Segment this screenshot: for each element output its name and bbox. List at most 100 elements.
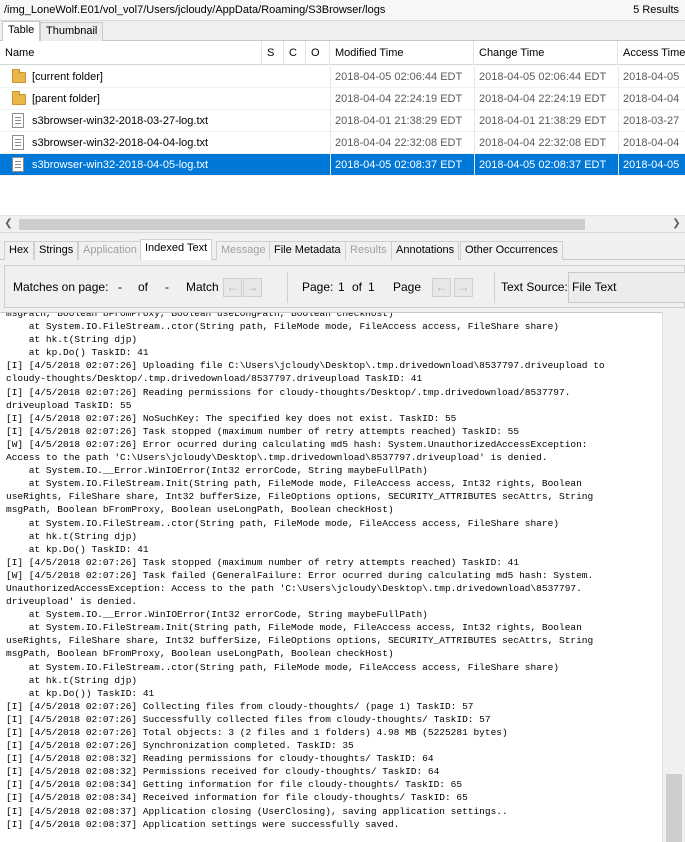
log-line: [I] [4/5/2018 02:07:26] Collecting files… (6, 700, 474, 712)
table-row[interactable]: s3browser-win32-2018-03-27-log.txt 2018-0… (0, 110, 685, 132)
matches-on-page-label: Matches on page: (13, 280, 109, 294)
table-row[interactable]: s3browser-win32-2018-04-05-log.txt 2018-0… (0, 154, 685, 176)
panel-splitter[interactable] (0, 232, 685, 239)
log-line: at kp.Do()) TaskID: 41 (6, 687, 155, 699)
tab-hex[interactable]: Hex (4, 241, 34, 260)
log-line: at hk.t(String djp) (6, 334, 138, 346)
tab-strings[interactable]: Strings (34, 241, 79, 260)
column-modified-time[interactable]: Modified Time (330, 41, 474, 65)
arrow-left-icon: ← (226, 280, 239, 294)
next-page-button[interactable]: → (454, 278, 473, 297)
log-line: [I] [4/5/2018 02:08:37] Application clos… (6, 805, 508, 817)
log-line: [I] [4/5/2018 02:08:34] Getting informat… (6, 779, 463, 791)
tab-annotations[interactable]: Annotations (391, 241, 460, 260)
vertical-scrollbar[interactable] (662, 312, 685, 842)
vertical-scroll-thumb[interactable] (666, 774, 682, 842)
log-line: [I] [4/5/2018 02:07:26] NoSuchKey: The s… (6, 412, 457, 424)
tab-thumbnail[interactable]: Thumbnail (40, 22, 104, 41)
log-line: [I] [4/5/2018 02:07:26] Total objects: 3… (6, 727, 508, 738)
log-line: at System.IO.__Error.WinIOError(Int32 er… (6, 465, 428, 477)
table-row[interactable]: [parent folder] 2018-04-04 22:24:19 EDT 20… (0, 88, 685, 110)
row-icon (12, 69, 28, 84)
log-line: at System.IO.FileStream..ctor(String pat… (6, 321, 559, 333)
row-icon (12, 157, 28, 172)
log-line: at hk.t(String djp) (6, 530, 138, 542)
log-line: msgPath, Boolean bFromProxy, Boolean use… (6, 648, 394, 660)
log-line: at System.IO.FileStream.Init(String path… (6, 622, 582, 634)
file-name: [current folder] (32, 71, 103, 83)
indexed-text-content[interactable]: msgPath, Boolean bFromProxy, Boolean use… (0, 312, 662, 842)
content-tabs: Hex Strings Application Indexed Text Message… (0, 239, 685, 260)
row-icon (12, 113, 28, 128)
access-time: 2018-03-27 (618, 110, 685, 132)
log-line: [W] [4/5/2018 02:07:26] Error ocurred du… (6, 438, 588, 450)
file-table: Name S C O Modified Time Change Time Acc… (0, 41, 685, 215)
table-row[interactable]: s3browser-win32-2018-04-04-log.txt 2018-0… (0, 132, 685, 154)
tab-other-occurrences[interactable]: Other Occurrences (460, 241, 563, 260)
tab-indexed-text[interactable]: Indexed Text (140, 239, 213, 260)
previous-match-button[interactable]: ← (223, 278, 242, 297)
access-time: 2018-04-04 (618, 88, 685, 110)
log-line: cloudy-thoughts/Desktop/.tmp.drivedownlo… (6, 373, 423, 385)
folder-icon (12, 91, 26, 105)
horizontal-scroll-thumb[interactable] (19, 219, 585, 230)
table-row[interactable]: [current folder] 2018-04-05 02:06:44 EDT 2… (0, 66, 685, 88)
toolbar-separator (494, 272, 495, 303)
page-total: 1 (368, 280, 375, 294)
tab-table[interactable]: Table (2, 21, 41, 41)
next-match-button[interactable]: → (243, 278, 262, 297)
log-line: at kp.Do() TaskID: 41 (6, 347, 149, 359)
toolbar-panel: Matches on page: - of - Match ← → Page: … (4, 265, 685, 308)
tab-results: Results (345, 241, 392, 260)
change-time: 2018-04-04 22:24:19 EDT (474, 88, 618, 110)
matches-of-label: of (138, 280, 149, 294)
log-line: useRights, FileShare share, Int32 buffer… (6, 635, 594, 647)
file-name: s3browser-win32-2018-04-04-log.txt (32, 137, 209, 149)
log-line: at System.IO.FileStream..ctor(String pat… (6, 517, 559, 529)
log-line: at kp.Do() TaskID: 41 (6, 543, 149, 555)
scroll-left-icon[interactable]: ❮ (0, 216, 17, 233)
column-o[interactable]: O (306, 41, 330, 65)
arrow-right-icon: → (246, 280, 259, 294)
page-label: Page: (302, 280, 334, 294)
log-line: at hk.t(String djp) (6, 674, 138, 686)
log-line: [I] [4/5/2018 02:08:37] Application sett… (6, 818, 400, 830)
table-header: Name S C O Modified Time Change Time Acc… (0, 41, 685, 65)
access-time: 2018-04-04 (618, 132, 685, 154)
match-label: Match (186, 280, 219, 294)
view-tabs: Table Thumbnail (0, 21, 685, 41)
column-s[interactable]: S (262, 41, 284, 65)
modified-time: 2018-04-05 02:06:44 EDT (330, 66, 474, 88)
column-c[interactable]: C (284, 41, 306, 65)
access-time: 2018-04-05 (618, 154, 685, 176)
tab-message: Message (216, 241, 271, 260)
column-name[interactable]: Name (0, 41, 262, 65)
log-line: [I] [4/5/2018 02:07:26] Task stopped (ma… (6, 425, 520, 437)
tab-application: Application (78, 241, 142, 260)
log-line: at System.IO.FileStream..ctor(String pat… (6, 661, 559, 673)
log-line: [I] [4/5/2018 02:07:26] Synchronization … (6, 740, 354, 752)
indexed-text-toolbar: Matches on page: - of - Match ← → Page: … (0, 260, 685, 312)
log-line: msgPath, Boolean bFromProxy, Boolean use… (6, 504, 394, 516)
tab-file-metadata[interactable]: File Metadata (269, 241, 346, 260)
text-source-select[interactable]: File Text (568, 272, 685, 303)
column-change-time[interactable]: Change Time (474, 41, 618, 65)
text-source-label: Text Source: (501, 280, 568, 294)
column-access-time[interactable]: Access Time (618, 41, 685, 65)
file-name: s3browser-win32-2018-03-27-log.txt (32, 115, 209, 127)
log-line: [I] [4/5/2018 02:08:32] Reading permissi… (6, 753, 434, 765)
toolbar-separator (287, 272, 288, 303)
horizontal-scrollbar[interactable]: ❮ ❯ (0, 215, 685, 232)
log-line: driveupload' is denied. (6, 596, 138, 608)
previous-page-button[interactable]: ← (432, 278, 451, 297)
change-time: 2018-04-05 02:06:44 EDT (474, 66, 618, 88)
log-line: [I] [4/5/2018 02:07:26] Successfully col… (6, 713, 491, 725)
log-line: [I] [4/5/2018 02:07:26] Reading permissi… (6, 386, 571, 398)
log-line: at System.IO.FileStream.Init(String path… (6, 478, 582, 490)
change-time: 2018-04-01 21:38:29 EDT (474, 110, 618, 132)
scroll-right-icon[interactable]: ❯ (668, 216, 685, 233)
matches-current: - (118, 280, 122, 294)
path-bar: /img_LoneWolf.E01/vol_vol7/Users/jcloudy… (0, 0, 685, 21)
log-line: driveupload TaskID: 55 (6, 399, 132, 411)
page-of-label: of (352, 280, 363, 294)
